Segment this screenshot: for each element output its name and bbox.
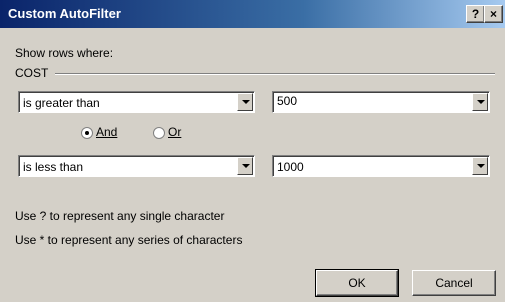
value1-combo[interactable]: 500 [272,91,490,113]
cancel-button[interactable]: Cancel [412,270,496,296]
help-button[interactable]: ? [466,5,485,23]
hint-single-char: Use ? to represent any single character [15,209,225,223]
group-divider [55,73,495,75]
chevron-down-icon[interactable] [472,93,488,111]
show-rows-label: Show rows where: [15,46,114,60]
value2-combo[interactable]: 1000 [272,155,490,177]
hint-series-chars: Use * to represent any series of charact… [15,233,243,247]
value1-value: 500 [277,94,298,108]
chevron-down-icon[interactable] [237,157,253,175]
and-radio[interactable] [81,127,93,139]
and-label[interactable]: And [96,125,117,139]
or-label[interactable]: Or [168,125,181,139]
value2-value: 1000 [277,160,304,174]
chevron-down-icon[interactable] [237,93,253,111]
title-bar: Custom AutoFilter ? × [0,0,505,28]
operator1-value: is greater than [23,96,100,110]
close-button[interactable]: × [484,5,503,23]
window-title: Custom AutoFilter [8,6,121,21]
operator1-select[interactable]: is greater than [18,91,255,113]
or-radio[interactable] [153,127,165,139]
ok-button[interactable]: OK [315,269,399,297]
operator2-value: is less than [23,160,84,174]
chevron-down-icon[interactable] [472,157,488,175]
operator2-select[interactable]: is less than [18,155,255,177]
field-name-label: COST [15,66,49,80]
